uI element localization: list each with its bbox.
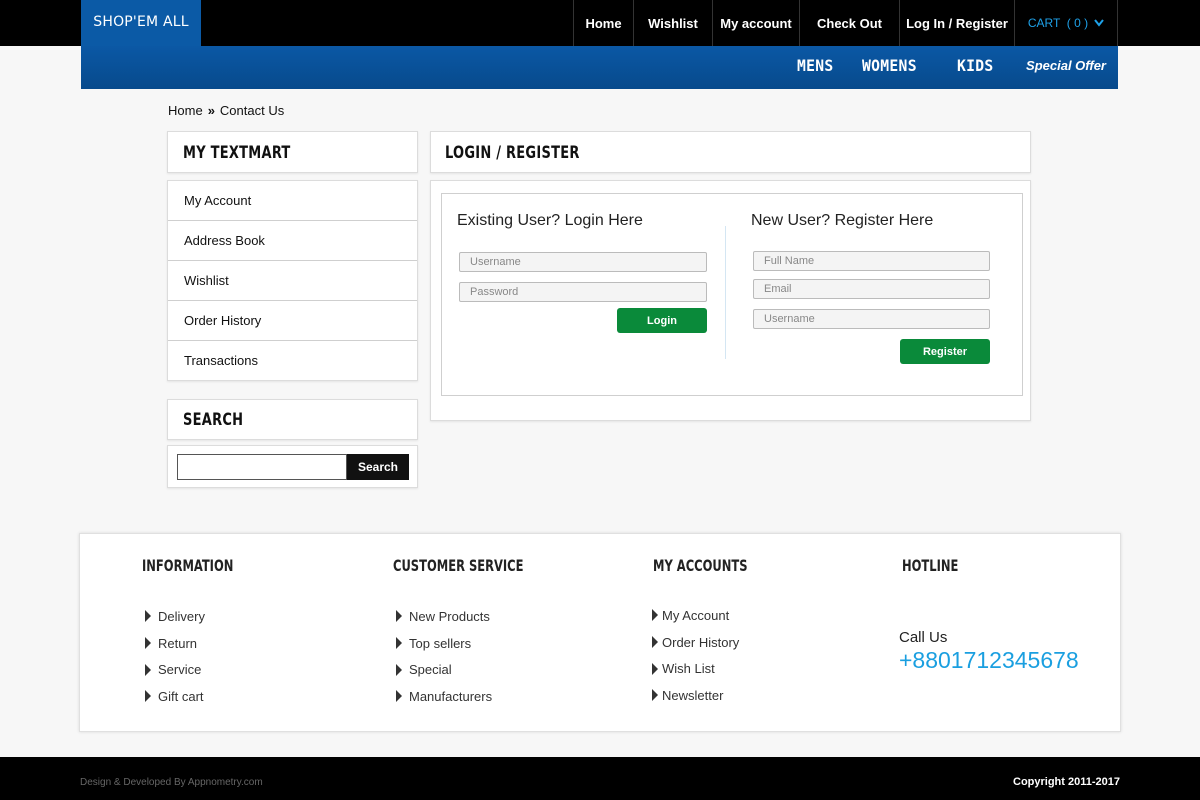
chevron-right-icon xyxy=(652,689,658,702)
footer-link-label: Manufacturers xyxy=(409,688,493,704)
main-title: LOGIN / REGISTER xyxy=(445,143,580,163)
footer-link-label: New Products xyxy=(409,608,490,624)
chevron-right-icon xyxy=(145,663,151,676)
footer-link-gift-cart[interactable]: Gift cart xyxy=(145,683,205,710)
cart-label: CART ( 0 ) xyxy=(1027,16,1089,30)
footer-link-return[interactable]: Return xyxy=(145,630,205,657)
login-username-input[interactable] xyxy=(459,252,707,272)
search-panel: Search xyxy=(167,445,418,488)
footer-link-special[interactable]: Special xyxy=(396,656,492,683)
category-kids-link[interactable]: KIDS xyxy=(957,46,994,89)
footer-link-my-account[interactable]: My Account xyxy=(652,602,739,629)
footer-link-label: Service xyxy=(158,662,202,678)
footer-link-label: Gift cart xyxy=(158,688,204,704)
nav-my-account-link[interactable]: My account xyxy=(712,0,799,46)
main-title-panel: LOGIN / REGISTER xyxy=(430,131,1031,173)
chevron-right-icon xyxy=(396,610,402,623)
sidebar-item-transactions[interactable]: Transactions xyxy=(168,341,417,381)
chevron-right-icon xyxy=(145,690,151,703)
category-womens-link[interactable]: WOMENS xyxy=(862,46,917,89)
footer-link-wish-list[interactable]: Wish List xyxy=(652,655,739,682)
footer-link-service[interactable]: Service xyxy=(145,656,205,683)
nav-wishlist-link[interactable]: Wishlist xyxy=(633,0,712,46)
login-heading: Existing User? Login Here xyxy=(457,212,643,229)
breadcrumb-home-link[interactable]: Home xyxy=(168,103,203,118)
footer-information-list: Delivery Return Service Gift cart xyxy=(145,603,205,710)
register-fullname-input[interactable] xyxy=(753,251,990,271)
footer-link-new-products[interactable]: New Products xyxy=(396,603,492,630)
sidebar-item-wishlist[interactable]: Wishlist xyxy=(168,261,417,301)
sidebar-item-address-book[interactable]: Address Book xyxy=(168,221,417,261)
chevron-right-icon xyxy=(145,610,151,623)
bottom-bar: Design & Developed By Appnometry.com Cop… xyxy=(0,757,1200,800)
breadcrumb-separator: » xyxy=(207,103,215,118)
category-bar: MENS WOMENS KIDS Special Offer xyxy=(81,46,1118,89)
footer-information-title: INFORMATION xyxy=(142,556,234,575)
login-password-input[interactable] xyxy=(459,282,707,302)
sidebar-title-panel: MY TEXTMART xyxy=(167,131,418,173)
account-menu: My Account Address Book Wishlist Order H… xyxy=(167,180,418,381)
login-button[interactable]: Login xyxy=(617,308,707,333)
top-bar: SHOP'EM ALL Home Wishlist My account Che… xyxy=(0,0,1200,46)
footer-link-label: Return xyxy=(158,635,198,651)
footer-link-manufacturers[interactable]: Manufacturers xyxy=(396,683,492,710)
login-register-box: Existing User? Login Here Login New User… xyxy=(441,193,1023,396)
footer-link-top-sellers[interactable]: Top sellers xyxy=(396,630,492,657)
footer-link-order-history[interactable]: Order History xyxy=(652,629,739,656)
sidebar-item-my-account[interactable]: My Account xyxy=(168,181,417,221)
chevron-right-icon xyxy=(652,609,658,622)
top-nav: Home Wishlist My account Check Out Log I… xyxy=(573,0,1118,46)
register-email-input[interactable] xyxy=(753,279,990,299)
search-button[interactable]: Search xyxy=(347,454,409,480)
hotline-phone-number[interactable]: +8801712345678 xyxy=(899,647,1079,674)
footer-link-newsletter[interactable]: Newsletter xyxy=(652,682,739,709)
footer-link-label: Delivery xyxy=(158,608,205,624)
special-offer-link[interactable]: Special Offer xyxy=(1026,46,1106,86)
cart-button[interactable]: CART ( 0 ) xyxy=(1014,0,1118,46)
chevron-right-icon xyxy=(145,637,151,650)
footer-my-accounts-list: My Account Order History Wish List Newsl… xyxy=(652,602,739,709)
chevron-right-icon xyxy=(652,636,658,649)
footer-link-label: Top sellers xyxy=(409,635,472,651)
footer-link-label: Newsletter xyxy=(662,687,724,703)
search-input[interactable] xyxy=(177,454,347,480)
category-mens-link[interactable]: MENS xyxy=(797,46,834,89)
register-heading: New User? Register Here xyxy=(751,212,934,229)
chevron-down-icon xyxy=(1094,16,1104,30)
sidebar-item-order-history[interactable]: Order History xyxy=(168,301,417,341)
chevron-right-icon xyxy=(396,690,402,703)
footer-link-delivery[interactable]: Delivery xyxy=(145,603,205,630)
search-title: SEARCH xyxy=(183,410,244,430)
footer-link-label: Wish List xyxy=(662,661,715,677)
footer-customer-service-list: New Products Top sellers Special Manufac… xyxy=(396,603,492,710)
footer-my-accounts-title: MY ACCOUNTS xyxy=(653,556,748,575)
footer: INFORMATION Delivery Return Service Gift… xyxy=(79,533,1121,732)
register-username-input[interactable] xyxy=(753,309,990,329)
nav-login-register-link[interactable]: Log In / Register xyxy=(899,0,1014,46)
breadcrumb-current: Contact Us xyxy=(219,103,285,118)
breadcrumb: Home » Contact Us xyxy=(168,103,284,118)
sidebar-title: MY TEXTMART xyxy=(183,143,291,163)
chevron-right-icon xyxy=(396,637,402,650)
column-divider xyxy=(725,226,726,359)
copyright-text: Copyright 2011-2017 xyxy=(1013,776,1120,788)
developer-credit[interactable]: Design & Developed By Appnometry.com xyxy=(80,777,263,788)
nav-checkout-link[interactable]: Check Out xyxy=(799,0,899,46)
chevron-right-icon xyxy=(652,662,658,675)
footer-link-label: Order History xyxy=(662,634,740,650)
footer-customer-service-title: CUSTOMER SERVICE xyxy=(393,556,524,575)
register-button[interactable]: Register xyxy=(900,339,990,364)
footer-link-label: Special xyxy=(409,662,452,678)
search-title-panel: SEARCH xyxy=(167,399,418,440)
chevron-right-icon xyxy=(396,663,402,676)
site-logo[interactable]: SHOP'EM ALL xyxy=(81,0,201,46)
footer-link-label: My Account xyxy=(662,607,730,623)
call-us-label: Call Us xyxy=(899,629,948,646)
footer-hotline-title: HOTLINE xyxy=(902,556,959,575)
nav-home-link[interactable]: Home xyxy=(573,0,633,46)
